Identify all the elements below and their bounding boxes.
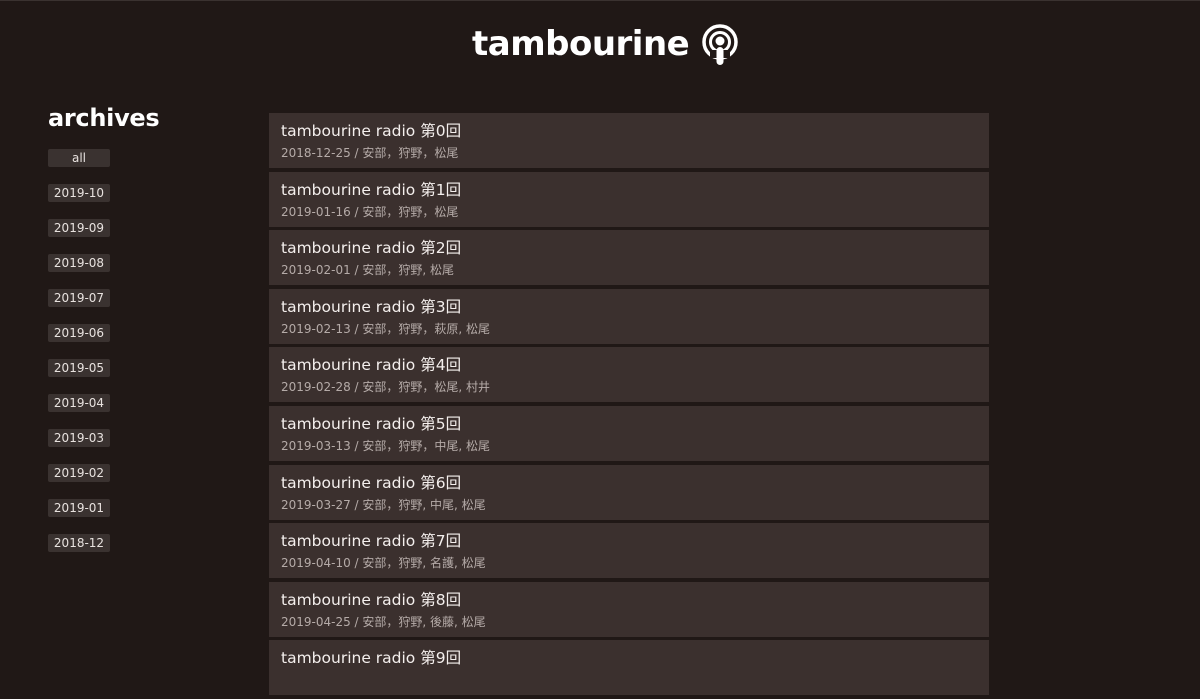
- archives-title: archives: [48, 104, 160, 132]
- archive-item-2018-12[interactable]: 2018-12: [48, 534, 110, 552]
- episode-title[interactable]: tambourine radio 第2回: [281, 236, 461, 258]
- archive-item-2019-02[interactable]: 2019-02: [48, 464, 110, 482]
- episode-title[interactable]: tambourine radio 第8回: [281, 588, 461, 610]
- episode-item[interactable]: tambourine radio 第2回 2019-02-01 / 安部，狩野,…: [269, 230, 989, 286]
- episode-title[interactable]: tambourine radio 第9回: [281, 646, 461, 668]
- episode-meta: 2019-03-27 / 安部，狩野, 中尾, 松尾: [281, 497, 486, 512]
- episode-title[interactable]: tambourine radio 第0回: [281, 119, 461, 141]
- archive-item-2019-08[interactable]: 2019-08: [48, 254, 110, 272]
- episode-meta: 2019-02-13 / 安部，狩野，萩原, 松尾: [281, 321, 491, 336]
- episode-meta: 2019-02-28 / 安部，狩野，松尾, 村井: [281, 380, 491, 395]
- site-header: tambourine: [0, 0, 1200, 90]
- archive-item-2019-06[interactable]: 2019-06: [48, 324, 110, 342]
- archive-list: all 2019-10 2019-09 2019-08 2019-07 2019…: [48, 147, 110, 567]
- episode-item[interactable]: tambourine radio 第7回 2019-04-10 / 安部，狩野,…: [269, 523, 989, 579]
- archive-item-2019-03[interactable]: 2019-03: [48, 429, 110, 447]
- episode-item[interactable]: tambourine radio 第6回 2019-03-27 / 安部，狩野,…: [269, 464, 989, 520]
- episode-item[interactable]: tambourine radio 第9回: [269, 640, 989, 696]
- archive-item-2019-09[interactable]: 2019-09: [48, 219, 110, 237]
- archive-item-2019-01[interactable]: 2019-01: [48, 499, 110, 517]
- site-logo[interactable]: tambourine: [472, 22, 690, 66]
- archive-item-2019-04[interactable]: 2019-04: [48, 394, 110, 412]
- episode-item[interactable]: tambourine radio 第0回 2018-12-25 / 安部，狩野，…: [269, 113, 989, 168]
- episode-item[interactable]: tambourine radio 第1回 2019-01-16 / 安部，狩野，…: [269, 171, 989, 227]
- archive-item-2019-10[interactable]: 2019-10: [48, 184, 110, 202]
- episode-item[interactable]: tambourine radio 第8回 2019-04-25 / 安部，狩野,…: [269, 581, 989, 637]
- archive-item-2019-07[interactable]: 2019-07: [48, 289, 110, 307]
- episode-meta: 2019-04-10 / 安部，狩野, 名護, 松尾: [281, 556, 486, 571]
- episode-meta: 2018-12-25 / 安部，狩野，松尾: [281, 146, 459, 160]
- episode-meta: 2019-02-01 / 安部，狩野, 松尾: [281, 263, 455, 278]
- episode-list: tambourine radio 第0回 2018-12-25 / 安部，狩野，…: [269, 113, 989, 699]
- episode-title[interactable]: tambourine radio 第1回: [281, 178, 461, 200]
- episode-title[interactable]: tambourine radio 第5回: [281, 412, 461, 434]
- episode-item[interactable]: tambourine radio 第5回 2019-03-13 / 安部，狩野，…: [269, 405, 989, 461]
- episode-meta: 2019-04-25 / 安部，狩野, 後藤, 松尾: [281, 614, 486, 629]
- archive-item-all[interactable]: all: [48, 149, 110, 167]
- archive-item-2019-05[interactable]: 2019-05: [48, 359, 110, 377]
- episode-title[interactable]: tambourine radio 第3回: [281, 295, 461, 317]
- podcast-icon[interactable]: [700, 24, 740, 66]
- episode-meta: 2019-03-13 / 安部，狩野，中尾, 松尾: [281, 438, 491, 453]
- episode-item[interactable]: tambourine radio 第4回 2019-02-28 / 安部，狩野，…: [269, 347, 989, 403]
- episode-title[interactable]: tambourine radio 第7回: [281, 529, 461, 551]
- episode-title[interactable]: tambourine radio 第4回: [281, 353, 461, 375]
- episode-item[interactable]: tambourine radio 第3回 2019-02-13 / 安部，狩野，…: [269, 288, 989, 344]
- episode-meta: 2019-01-16 / 安部，狩野，松尾: [281, 204, 459, 219]
- episode-title[interactable]: tambourine radio 第6回: [281, 471, 461, 493]
